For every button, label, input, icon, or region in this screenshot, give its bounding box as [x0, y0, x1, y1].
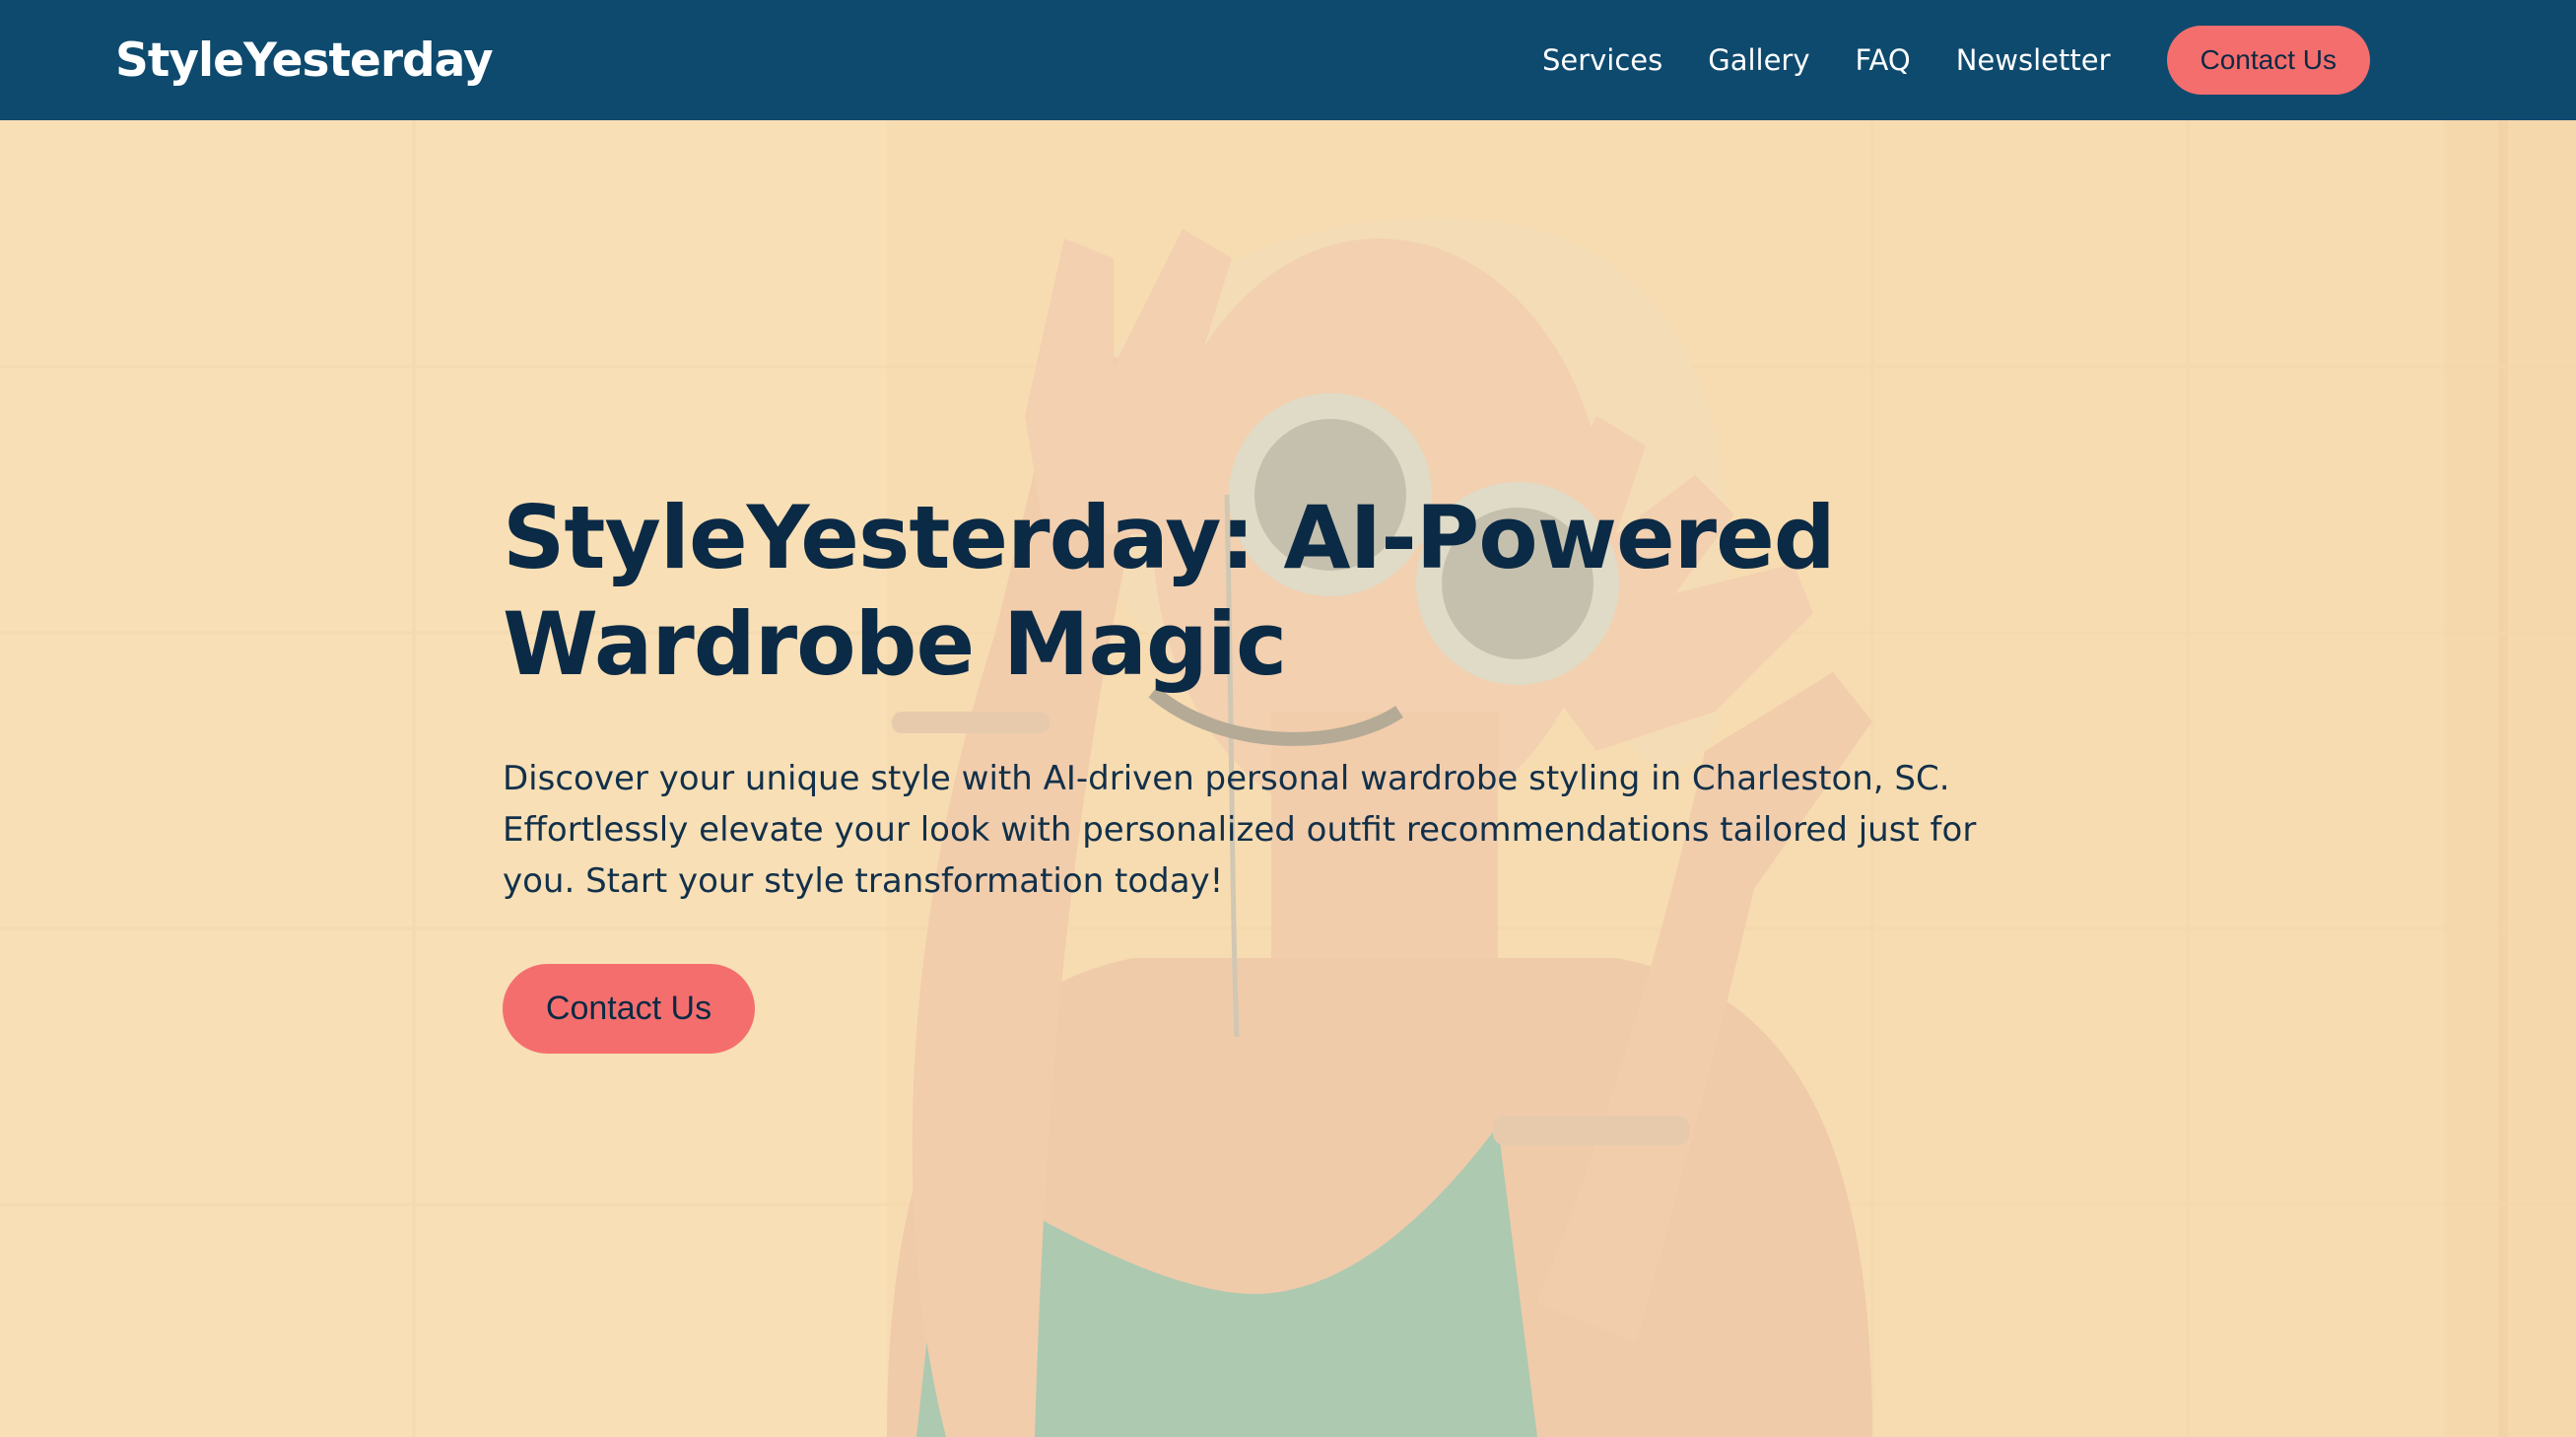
main-nav: Services Gallery FAQ Newsletter Contact … [1542, 26, 2370, 95]
hero-description: Discover your unique style with AI-drive… [503, 759, 1977, 901]
nav-link-gallery[interactable]: Gallery [1708, 43, 1809, 77]
hero-content: StyleYesterday: AI-Powered Wardrobe Magi… [503, 485, 2079, 1054]
hero-contact-button[interactable]: Contact Us [503, 964, 755, 1054]
nav-link-faq[interactable]: FAQ [1856, 43, 1911, 77]
top-navbar: StyleYesterday Services Gallery FAQ News… [0, 0, 2576, 120]
nav-link-newsletter[interactable]: Newsletter [1956, 43, 2111, 77]
nav-contact-button[interactable]: Contact Us [2166, 26, 2370, 95]
hero-section: StyleYesterday: AI-Powered Wardrobe Magi… [0, 120, 2576, 1437]
brand-logo[interactable]: StyleYesterday [115, 34, 494, 88]
nav-link-services[interactable]: Services [1542, 43, 1662, 77]
hero-title: StyleYesterday: AI-Powered Wardrobe Magi… [503, 487, 1836, 695]
